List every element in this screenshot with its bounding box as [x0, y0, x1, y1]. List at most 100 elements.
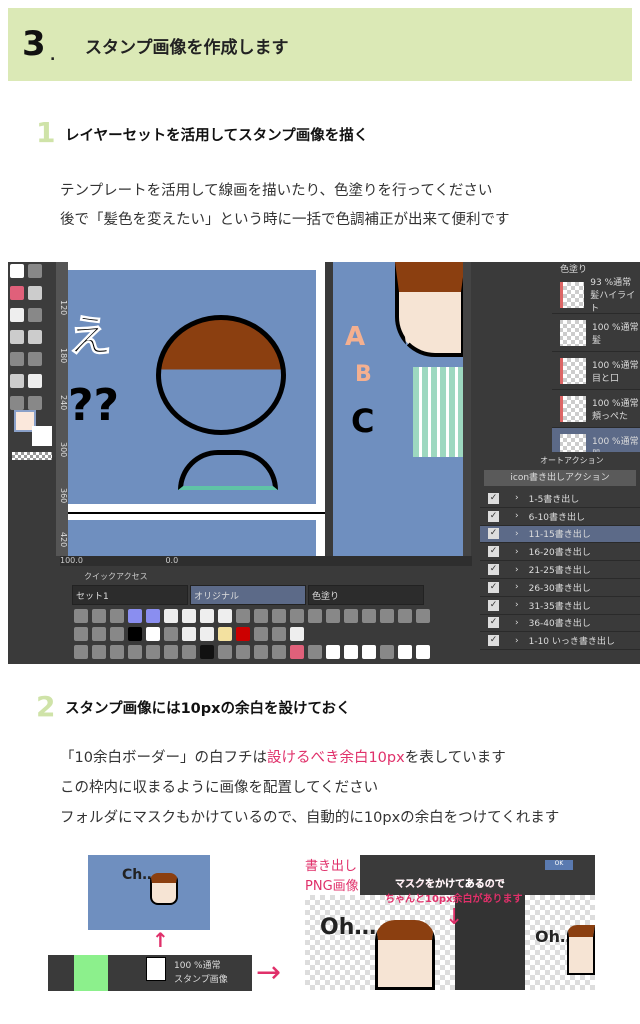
quick-access-tab-active[interactable]: オリジナル	[190, 585, 306, 605]
chevron-right-icon[interactable]: ›	[515, 600, 519, 610]
chevron-right-icon[interactable]: ›	[515, 636, 519, 646]
quick-access-tab[interactable]: セット1	[72, 585, 188, 605]
checkbox[interactable]: ✓	[488, 528, 499, 540]
tool-palette	[8, 262, 56, 460]
layer-name: 髪	[592, 335, 602, 346]
step-1-line-1: テンプレートを活用して線画を描いたり、色塗りを行ってください	[60, 183, 493, 199]
eye-icon[interactable]	[74, 955, 108, 991]
checkbox[interactable]: ✓	[488, 599, 499, 611]
action-set-select[interactable]: icon書き出しアクション	[484, 470, 636, 486]
ruler-tick: 360	[59, 488, 68, 504]
ruler-tick: 240	[59, 395, 68, 411]
text: 「10余白ボーダー」の白フチは	[60, 750, 267, 766]
quick-access-tab[interactable]: 色塗り	[308, 585, 424, 605]
checkbox[interactable]: ✓	[488, 564, 499, 576]
checkbox[interactable]: ✓	[488, 492, 499, 504]
stamp-frame: え ??	[68, 270, 316, 504]
character-body	[178, 450, 278, 490]
layer-row[interactable]: 93 %通常髪ハイライト	[552, 276, 640, 314]
chevron-right-icon[interactable]: ›	[515, 493, 519, 503]
section-number: 3	[22, 24, 46, 64]
canvas[interactable]: え ??	[68, 262, 325, 556]
note-text: マスクをかけてあるので	[395, 879, 505, 890]
layer-row[interactable]: 100 %通常 目と口	[552, 352, 640, 390]
action-label: 6-10書き出し	[528, 512, 586, 523]
action-label: 31-35書き出し	[528, 601, 591, 612]
zoom-value[interactable]: 100.0	[60, 556, 83, 565]
note-text: ちゃんと10px余白があります	[385, 894, 523, 905]
auto-action-panel: オートアクション icon書き出しアクション ✓ › 1-5書き出し ✓ › 6-10書き…	[480, 452, 640, 664]
step-1-line-2: 後で「髪色を変えたい」という時に一括で色調補正が出来て便利です	[60, 212, 510, 228]
ruler-tick: 300	[59, 442, 68, 458]
layer-mode: 93 %通常	[590, 278, 632, 288]
ruler: 120 180 240 300 360 420	[56, 262, 68, 556]
layer-name: スタンプ画像	[174, 975, 228, 985]
export-label: PNG画像	[305, 879, 359, 894]
clip-studio-screenshot: 120 180 240 300 360 420 え ?? A B C 100.0…	[8, 262, 640, 664]
step-1-number: 1	[36, 116, 56, 149]
step-2-number: 2	[36, 690, 56, 723]
layer-name: 頬っぺた	[592, 411, 629, 422]
checkbox[interactable]: ✓	[488, 635, 499, 647]
quick-access-panel: クイックアクセス セット1 オリジナル 色塗り	[60, 568, 472, 664]
text: を表しています	[404, 750, 506, 766]
chevron-right-icon[interactable]: ›	[515, 618, 519, 628]
checkbox[interactable]: ✓	[488, 617, 499, 629]
canvas-text-a: A	[345, 322, 366, 352]
chevron-right-icon[interactable]: ›	[515, 511, 519, 521]
action-row[interactable]: ✓ › 1-5書き出し	[480, 490, 640, 508]
checkbox[interactable]: ✓	[488, 546, 499, 558]
action-row[interactable]: ✓ › 21-25書き出し	[480, 561, 640, 579]
stamp-preview: Ch…	[88, 855, 210, 930]
action-row[interactable]: ✓ › 31-35書き出し	[480, 597, 640, 615]
chevron-right-icon[interactable]: ›	[515, 529, 519, 539]
action-label: 1-10 いっき書き出し	[528, 637, 615, 648]
arrow-up-icon: ↑	[152, 928, 169, 952]
ruler-tick: 120	[59, 300, 68, 316]
action-label: 36-40書き出し	[528, 619, 591, 630]
highlight-text: 設けるべき余白10px	[266, 750, 405, 766]
ok-button[interactable]: OK	[545, 860, 573, 870]
canvas-scrollbar[interactable]	[463, 262, 471, 556]
chevron-right-icon[interactable]: ›	[515, 547, 519, 557]
layer-folder[interactable]: 色塗り	[480, 262, 640, 276]
action-row[interactable]: ✓ › 6-10書き出し	[480, 508, 640, 526]
sub-color-swatch[interactable]	[32, 426, 52, 446]
navigator-bar: 100.0 0.0	[60, 556, 472, 566]
action-label: 11-15書き出し	[528, 530, 591, 541]
layer-mode: 100 %通常	[592, 398, 639, 409]
action-row[interactable]: ✓ › 36-40書き出し	[480, 615, 640, 633]
rotate-value[interactable]: 0.0	[165, 556, 178, 565]
chevron-right-icon[interactable]: ›	[515, 565, 519, 575]
transparent-swatch[interactable]	[12, 452, 52, 460]
section-number-dot: .	[50, 48, 56, 64]
layer-strip: 100 %通常 スタンプ画像	[48, 955, 252, 991]
arrow-right-icon: →	[256, 955, 282, 990]
layer-panel: 色塗り 93 %通常髪ハイライト 100 %通常髪 100 %通常 目と口 100…	[480, 262, 640, 466]
chevron-right-icon[interactable]: ›	[515, 582, 519, 592]
arrow-down-icon: ↓	[445, 905, 464, 930]
character-face	[156, 315, 286, 435]
canvas-text-b: B	[355, 362, 372, 387]
auto-action-tab[interactable]: オートアクション	[480, 452, 640, 466]
action-row[interactable]: ✓ › 1-10 いっき書き出し	[480, 632, 640, 651]
action-label: 1-5書き出し	[528, 494, 580, 505]
step-2-line-1: 「10余白ボーダー」の白フチは設けるべき余白10pxを表しています	[60, 746, 506, 767]
checkbox[interactable]: ✓	[488, 581, 499, 593]
action-row[interactable]: ✓ › 26-30書き出し	[480, 579, 640, 597]
layer-mode: 100 %通常	[592, 436, 639, 447]
quick-access-title: クイックアクセス	[84, 572, 148, 581]
quick-access-tools	[60, 605, 472, 663]
action-label: 26-30書き出し	[528, 583, 591, 594]
layer-row[interactable]: 100 %通常 頬っぺた	[552, 390, 640, 428]
action-label: 21-25書き出し	[528, 566, 591, 577]
layer-name: 髪ハイライト	[590, 291, 636, 314]
action-label: 16-20書き出し	[528, 548, 591, 559]
checkbox[interactable]: ✓	[488, 510, 499, 522]
action-row[interactable]: ✓ › 16-20書き出し	[480, 543, 640, 562]
action-row[interactable]: ✓ › 11-15書き出し	[480, 525, 640, 544]
layer-mode: 100 %通常	[174, 961, 221, 971]
step-2-title: スタンプ画像には10pxの余白を設けておく	[65, 701, 351, 717]
layer-row[interactable]: 100 %通常髪	[552, 314, 640, 352]
step-2-line-3: フォルダにマスクもかけているので、自動的に10pxの余白をつけてくれます	[60, 810, 560, 826]
